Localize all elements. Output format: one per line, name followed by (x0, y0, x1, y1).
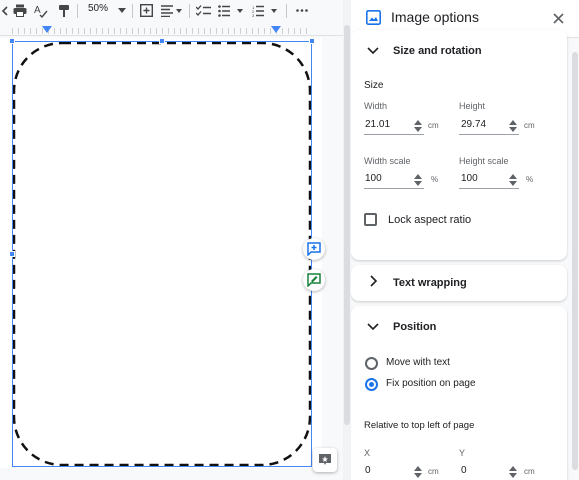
explore-icon (319, 454, 331, 465)
ruler-ticks (12, 28, 312, 34)
height-stepper-icon[interactable] (509, 119, 517, 132)
height-unit: cm (524, 121, 535, 130)
svg-text:A: A (34, 5, 41, 16)
document-scrollbar[interactable] (343, 0, 351, 480)
move-with-text-label: Move with text (386, 357, 450, 368)
size-label: Size (364, 80, 384, 91)
y-unit: cm (524, 467, 535, 476)
text-wrapping-header[interactable]: Text wrapping (351, 268, 567, 298)
text-wrapping-card[interactable]: Text wrapping (351, 265, 567, 301)
height-scale-stepper-icon[interactable] (509, 173, 517, 186)
bulleted-list-icon[interactable] (218, 2, 244, 19)
fix-position-radio[interactable] (365, 378, 378, 391)
height-scale-input[interactable]: 100 (461, 173, 478, 184)
size-rotation-header[interactable]: Size and rotation (351, 36, 567, 66)
add-comment-icon[interactable] (138, 2, 154, 19)
close-icon[interactable] (550, 10, 566, 26)
panel-scroll-thumb[interactable] (572, 52, 578, 470)
resize-handle-top-right[interactable] (309, 38, 315, 44)
toolbar-divider (132, 4, 133, 18)
fix-position-label: Fix position on page (386, 378, 476, 389)
height-label: Height (459, 101, 486, 111)
width-input[interactable]: 21.01 (365, 119, 390, 130)
height-scale-unit: % (526, 175, 534, 184)
chevron-right-icon (370, 274, 378, 292)
panel-scrollbar[interactable] (571, 40, 579, 480)
width-label: Width (364, 101, 388, 111)
svg-text:3: 3 (252, 13, 255, 17)
x-input[interactable]: 0 (365, 465, 371, 476)
size-rotation-title: Size and rotation (393, 45, 482, 57)
move-with-text-radio[interactable] (365, 357, 378, 370)
width-scale-label: Width scale (364, 156, 411, 166)
horizontal-ruler[interactable] (0, 24, 343, 36)
width-scale-underline (364, 188, 424, 189)
more-options-icon[interactable] (294, 2, 310, 19)
x-label: X (364, 448, 371, 458)
relative-position-label: Relative to top left of page (364, 420, 475, 431)
height-input[interactable]: 29.74 (461, 119, 486, 130)
image-icon (366, 10, 381, 30)
position-card: Position Move with text Fix position on … (351, 306, 567, 480)
x-unit: cm (428, 467, 439, 476)
zoom-value[interactable]: 50% (88, 3, 108, 14)
panel-title: Image options (391, 9, 479, 25)
width-scale-stepper-icon[interactable] (414, 173, 422, 186)
chevron-down-icon (367, 318, 379, 336)
width-stepper-icon[interactable] (414, 119, 422, 132)
width-scale-input[interactable]: 100 (365, 173, 382, 184)
x-stepper-icon[interactable] (414, 465, 422, 478)
spellcheck-icon[interactable]: A (34, 2, 48, 19)
image-options-panel: Image options Size and rotation Size Wid… (351, 0, 579, 480)
position-title: Position (393, 321, 437, 333)
left-indent-marker[interactable] (42, 26, 52, 33)
explore-button[interactable] (313, 448, 337, 472)
suggest-edit-icon (307, 273, 321, 287)
toolbar-divider (189, 4, 190, 18)
align-icon[interactable] (160, 2, 184, 19)
resize-handle-left[interactable] (9, 251, 15, 257)
checklist-icon[interactable] (195, 2, 211, 19)
add-comment-icon (307, 242, 321, 256)
zoom-dropdown-icon[interactable] (117, 2, 127, 19)
add-comment-button[interactable] (303, 238, 325, 260)
toolbar-divider (286, 4, 287, 18)
width-scale-unit: % (431, 175, 439, 184)
y-input[interactable]: 0 (461, 465, 467, 476)
height-scale-underline (459, 188, 519, 189)
width-underline (364, 134, 424, 135)
print-icon[interactable] (12, 2, 28, 19)
width-unit: cm (428, 121, 439, 130)
y-stepper-icon[interactable] (509, 465, 517, 478)
selection-frame (12, 41, 312, 467)
height-scale-label: Height scale (459, 156, 509, 166)
document-scroll-thumb[interactable] (344, 25, 350, 425)
undo-icon[interactable] (0, 2, 10, 19)
numbered-list-icon[interactable]: 123 (252, 2, 278, 19)
height-underline (459, 134, 519, 135)
lock-aspect-ratio-checkbox[interactable] (364, 213, 377, 226)
lock-aspect-ratio-label: Lock aspect ratio (388, 214, 472, 226)
paint-format-icon[interactable] (57, 2, 71, 19)
chevron-down-icon (367, 42, 379, 60)
toolbar-divider (77, 4, 78, 18)
resize-handle-top-left[interactable] (9, 38, 15, 44)
y-label: Y (459, 448, 466, 458)
right-indent-marker[interactable] (271, 26, 281, 33)
text-wrapping-title: Text wrapping (393, 277, 467, 289)
size-rotation-card: Size and rotation Size Width 21.01 cm He… (351, 30, 567, 260)
position-header[interactable]: Position (351, 312, 567, 342)
document-area: A 50% 123 (0, 0, 343, 480)
editing-toolbar: A 50% 123 (0, 0, 343, 22)
suggest-edits-button[interactable] (303, 269, 325, 291)
resize-handle-top[interactable] (159, 38, 165, 44)
